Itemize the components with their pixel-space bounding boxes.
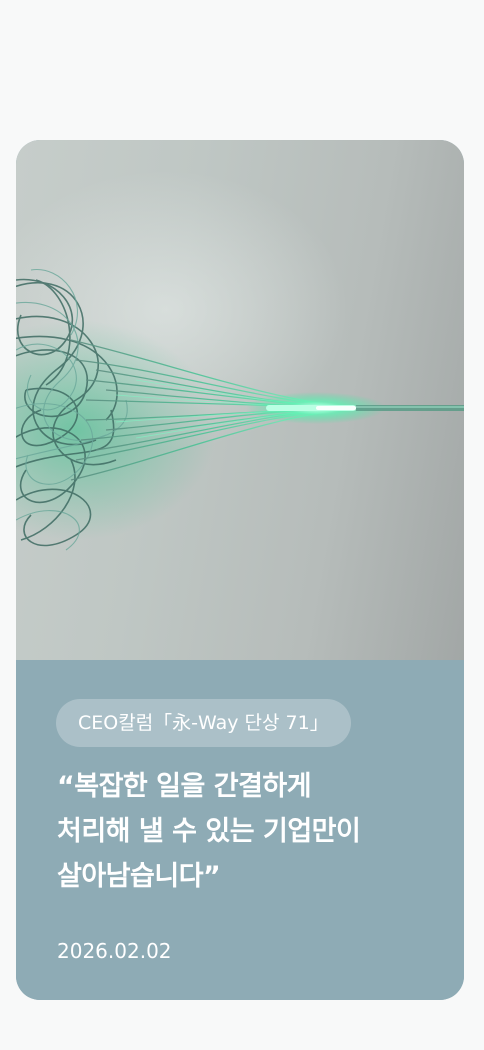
- fiber-optic-illustration: [16, 269, 464, 551]
- headline-line-1: “복잡한 일을 간결하게: [57, 771, 312, 802]
- category-badge: CEO칼럼「永-Way 단상 71」: [56, 699, 351, 747]
- article-headline[interactable]: “복잡한 일을 간결하게 처리해 낼 수 있는 기업만이 살아남습니다”: [57, 764, 437, 899]
- headline-line-3: 살아남습니다”: [57, 861, 221, 892]
- hero-image: [16, 140, 464, 660]
- headline-line-2: 처리해 낼 수 있는 기업만이: [57, 816, 361, 847]
- article-info: CEO칼럼「永-Way 단상 71」 “복잡한 일을 간결하게 처리해 낼 수 …: [16, 660, 464, 1000]
- article-card[interactable]: CEO칼럼「永-Way 단상 71」 “복잡한 일을 간결하게 처리해 낼 수 …: [16, 140, 464, 1000]
- publish-date: 2026.02.02: [57, 939, 172, 963]
